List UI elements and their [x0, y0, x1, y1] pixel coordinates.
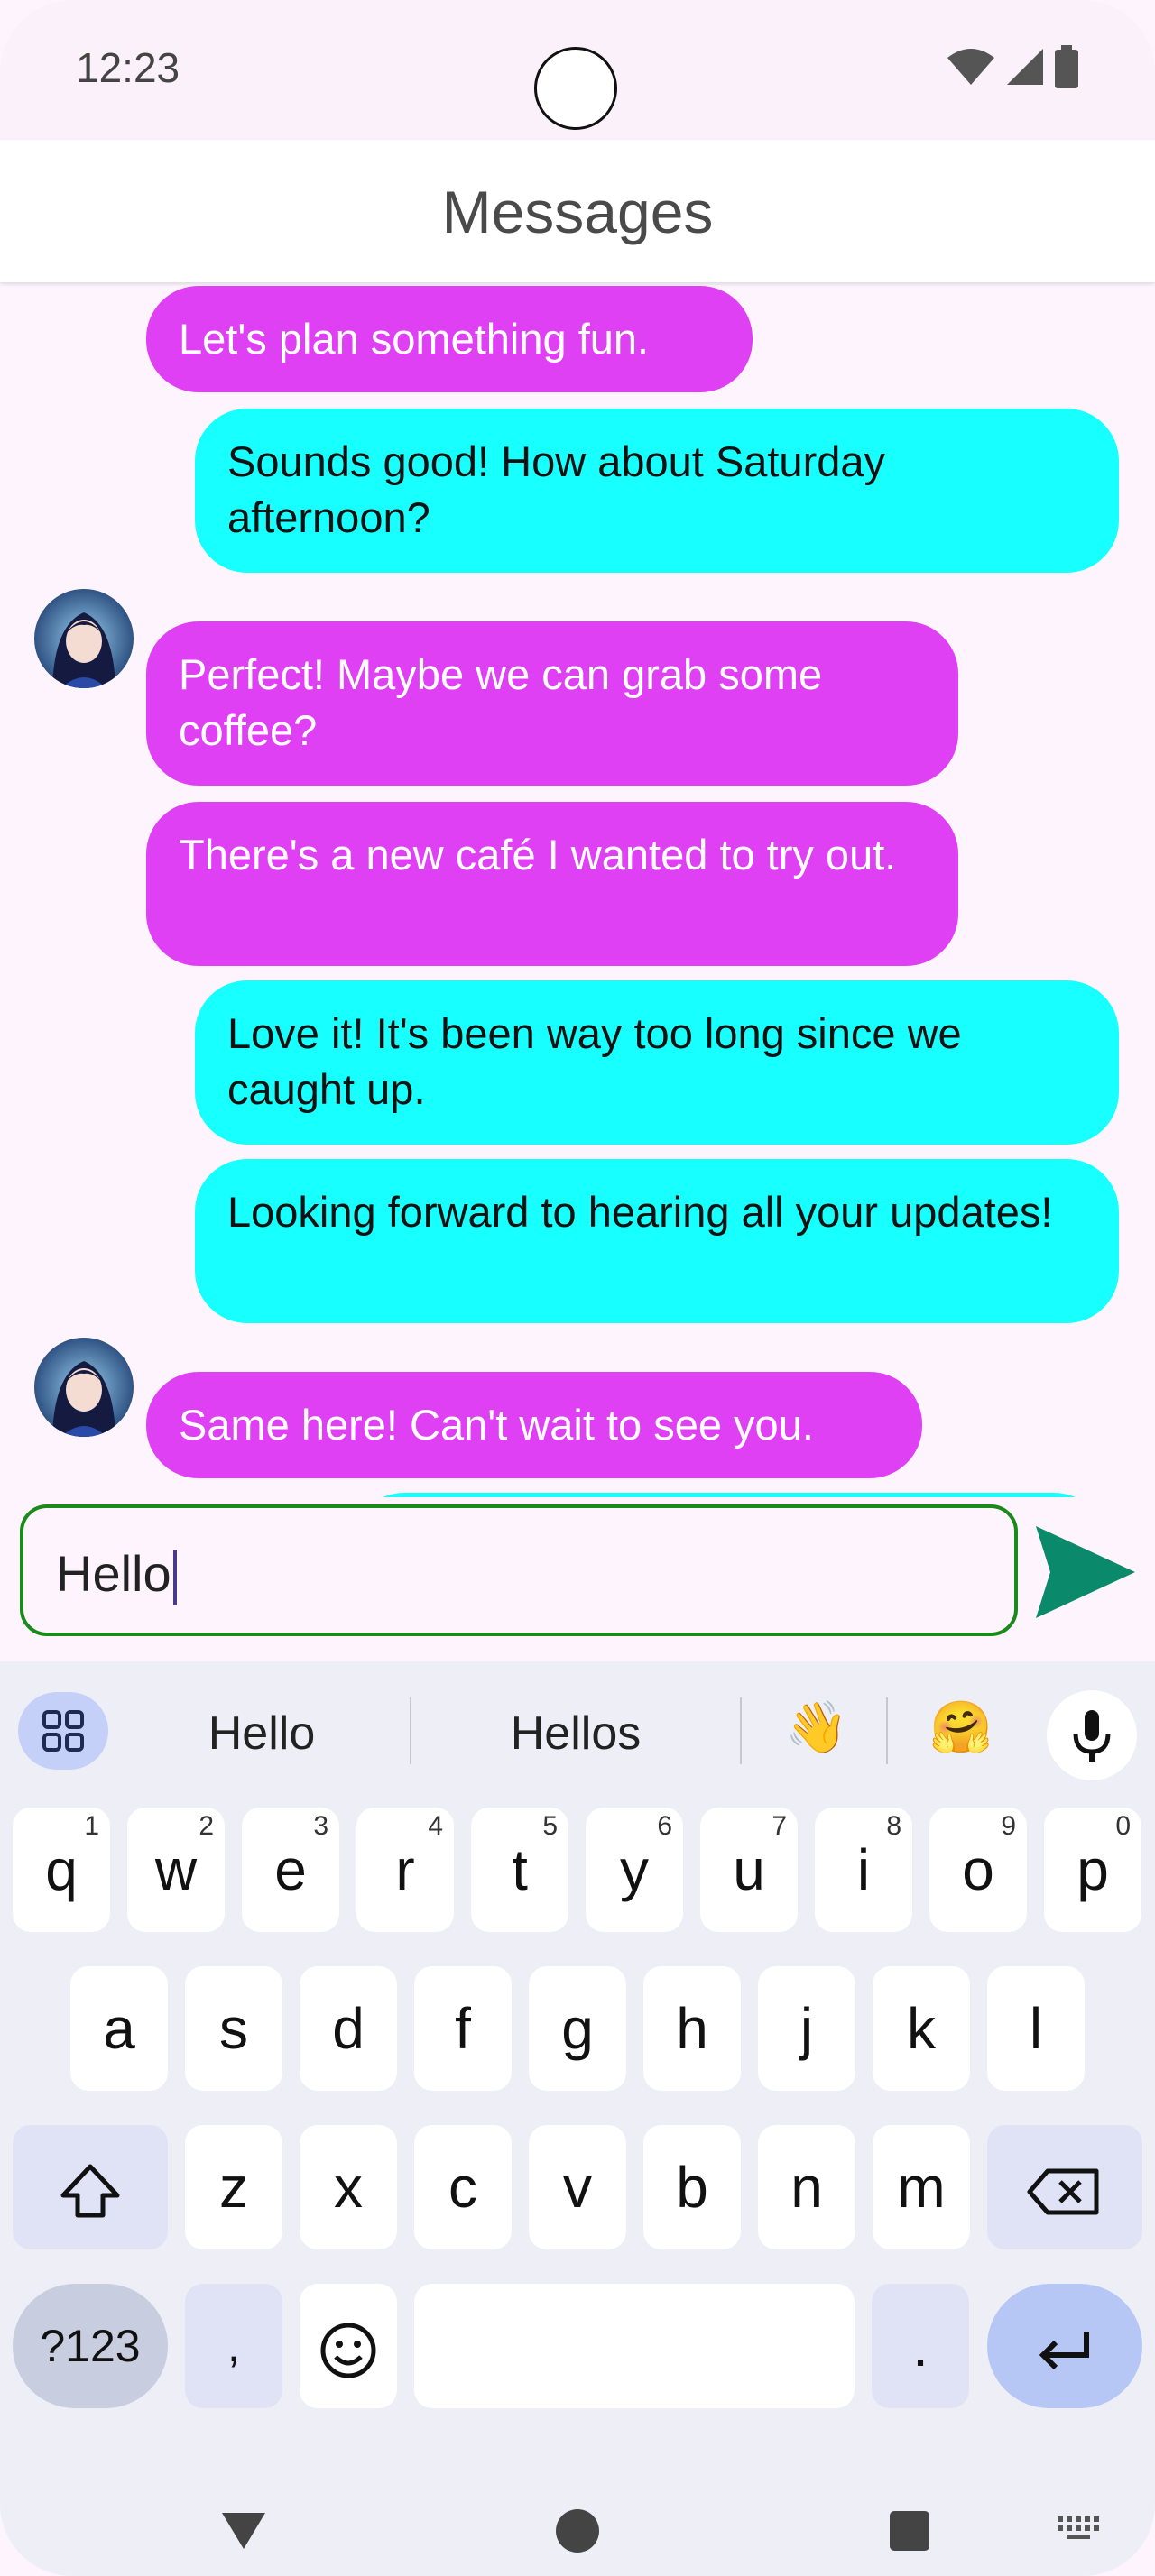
- phone-screen: 12:23 Messages Let's plan something fun.…: [0, 0, 1155, 2576]
- message-bubble-incoming[interactable]: There's a new café I wanted to try out.: [146, 802, 958, 966]
- period-key[interactable]: .: [872, 2284, 969, 2408]
- smiley-icon: [320, 2323, 376, 2378]
- key-r[interactable]: r4: [356, 1808, 454, 1932]
- cell-signal-icon: [1007, 49, 1043, 85]
- emoji-suggestion-hugging-face[interactable]: 🤗: [929, 1697, 993, 1757]
- key-z[interactable]: z: [185, 2125, 282, 2249]
- composer-row: Hello: [0, 1497, 1155, 1660]
- key-n[interactable]: n: [758, 2125, 855, 2249]
- key-k[interactable]: k: [873, 1966, 970, 2091]
- key-d[interactable]: d: [300, 1966, 397, 2091]
- home-icon[interactable]: [554, 2507, 601, 2554]
- key-x[interactable]: x: [300, 2125, 397, 2249]
- suggestion-item[interactable]: Hellos: [431, 1707, 720, 1761]
- message-bubble-outgoing[interactable]: Looking forward to hearing all your upda…: [195, 1159, 1119, 1323]
- message-list[interactable]: Let's plan something fun. Sounds good! H…: [0, 282, 1155, 1500]
- emoji-key[interactable]: [300, 2284, 397, 2408]
- divider: [886, 1697, 888, 1764]
- key-i[interactable]: i8: [815, 1808, 912, 1932]
- symbols-key[interactable]: ?123: [13, 2284, 168, 2408]
- battery-icon: [1055, 45, 1078, 88]
- backspace-key[interactable]: [987, 2125, 1142, 2249]
- suggestion-strip: Hello Hellos 👋 🤗: [0, 1661, 1155, 1797]
- key-b[interactable]: b: [643, 2125, 741, 2249]
- key-w[interactable]: w2: [127, 1808, 225, 1932]
- key-y[interactable]: y6: [586, 1808, 683, 1932]
- send-icon[interactable]: [1032, 1523, 1139, 1622]
- key-a[interactable]: a: [70, 1966, 168, 2091]
- keyboard-apps-button[interactable]: [18, 1692, 108, 1770]
- key-m[interactable]: m: [873, 2125, 970, 2249]
- back-icon[interactable]: [218, 2509, 269, 2553]
- status-time: 12:23: [76, 44, 180, 91]
- shift-key[interactable]: [13, 2125, 168, 2249]
- text-cursor: [172, 1550, 177, 1606]
- key-g[interactable]: g: [529, 1966, 626, 2091]
- key-h[interactable]: h: [643, 1966, 741, 2091]
- page-title: Messages: [441, 179, 714, 245]
- app-bar: Messages: [0, 140, 1155, 282]
- status-icons: [946, 45, 1079, 88]
- emoji-suggestion-waving-hand[interactable]: 👋: [785, 1697, 848, 1757]
- key-f[interactable]: f: [414, 1966, 512, 2091]
- key-o[interactable]: o9: [929, 1808, 1027, 1932]
- divider: [410, 1697, 411, 1764]
- wifi-icon: [947, 49, 994, 85]
- message-bubble-incoming[interactable]: Same here! Can't wait to see you.: [146, 1372, 922, 1478]
- keyboard: Hello Hellos 👋 🤗 q1 w2 e3 r4 t5 y6 u7 i8…: [0, 1661, 1155, 2576]
- status-bar: 12:23: [0, 0, 1155, 140]
- message-bubble-incoming[interactable]: Let's plan something fun.: [146, 286, 753, 392]
- key-t[interactable]: t5: [471, 1808, 568, 1932]
- enter-icon: [1039, 2332, 1089, 2370]
- avatar[interactable]: [34, 1338, 134, 1437]
- microphone-button[interactable]: [1047, 1690, 1137, 1780]
- message-input-value: Hello: [56, 1545, 171, 1602]
- recents-icon[interactable]: [888, 2509, 931, 2553]
- key-s[interactable]: s: [185, 1966, 282, 2091]
- system-nav-bar: [0, 2473, 1155, 2576]
- shift-icon: [60, 2164, 120, 2218]
- keyboard-switch-icon[interactable]: [1056, 2515, 1101, 2542]
- key-v[interactable]: v: [529, 2125, 626, 2249]
- camera-cutout: [534, 47, 617, 130]
- microphone-icon: [1073, 1710, 1111, 1762]
- message-input[interactable]: Hello: [20, 1504, 1018, 1636]
- key-e[interactable]: e3: [242, 1808, 339, 1932]
- key-q[interactable]: q1: [13, 1808, 110, 1932]
- key-u[interactable]: u7: [700, 1808, 798, 1932]
- message-bubble-outgoing[interactable]: Sounds good! How about Saturday afternoo…: [195, 409, 1119, 573]
- message-bubble-incoming[interactable]: Perfect! Maybe we can grab some coffee?: [146, 621, 958, 786]
- enter-key[interactable]: [987, 2284, 1142, 2408]
- key-p[interactable]: p0: [1044, 1808, 1141, 1932]
- grid-icon: [42, 1710, 84, 1752]
- message-bubble-outgoing[interactable]: Love it! It's been way too long since we…: [195, 980, 1119, 1145]
- comma-key[interactable]: ,: [185, 2284, 282, 2408]
- space-key[interactable]: [414, 2284, 855, 2408]
- key-j[interactable]: j: [758, 1966, 855, 2091]
- suggestion-item[interactable]: Hello: [135, 1707, 388, 1761]
- avatar[interactable]: [34, 589, 134, 688]
- key-c[interactable]: c: [414, 2125, 512, 2249]
- divider: [740, 1697, 742, 1764]
- backspace-icon: [1027, 2168, 1099, 2215]
- key-l[interactable]: l: [987, 1966, 1085, 2091]
